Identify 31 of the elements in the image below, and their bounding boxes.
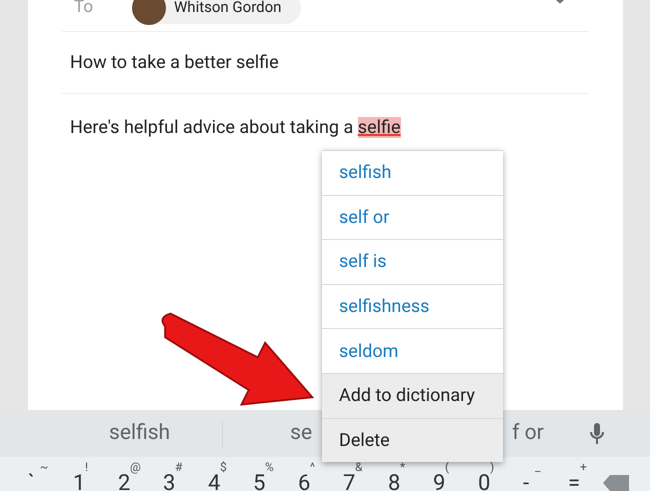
menu-item[interactable]: selfishness [322, 284, 503, 328]
key[interactable]: 6 ^ [286, 461, 331, 491]
key[interactable]: ` ~ [16, 461, 61, 491]
menu-item[interactable]: seldom [322, 328, 503, 373]
backspace-icon[interactable] [603, 475, 629, 491]
key[interactable]: - _ [511, 461, 556, 491]
menu-item[interactable]: self or [322, 194, 503, 240]
subject-text[interactable]: How to take a better selfie [62, 49, 279, 76]
key[interactable]: 8 * [376, 461, 421, 491]
key[interactable]: 2 @ [106, 461, 151, 491]
key[interactable]: 1 ! [61, 461, 106, 491]
key[interactable]: 3 # [151, 461, 196, 491]
suggestion-item[interactable]: f or [512, 418, 544, 450]
microphone-icon[interactable] [590, 422, 604, 446]
menu-item[interactable]: Add to dictionary [322, 372, 503, 418]
suggestion-item[interactable]: se [290, 418, 312, 450]
body-text[interactable]: Here's helpful advice about taking a selfie [70, 114, 589, 141]
menu-item[interactable]: self is [322, 239, 503, 284]
menu-item[interactable]: selfish [322, 150, 503, 195]
menu-item[interactable]: Delete [322, 418, 503, 462]
recipient-chip[interactable]: Whitson Gordon [132, 0, 302, 24]
key[interactable]: = + [556, 461, 601, 491]
key[interactable]: 7 & [331, 461, 376, 491]
avatar [132, 0, 166, 24]
key[interactable]: 4 $ [196, 461, 241, 491]
to-label: To [73, 0, 94, 19]
suggestion-item[interactable]: selfish [109, 418, 170, 450]
recipient-name: Whitson Gordon [174, 0, 282, 18]
key[interactable]: 5 % [241, 461, 286, 491]
key[interactable]: 0 ) [466, 461, 511, 491]
key[interactable]: 9 ( [421, 461, 466, 491]
